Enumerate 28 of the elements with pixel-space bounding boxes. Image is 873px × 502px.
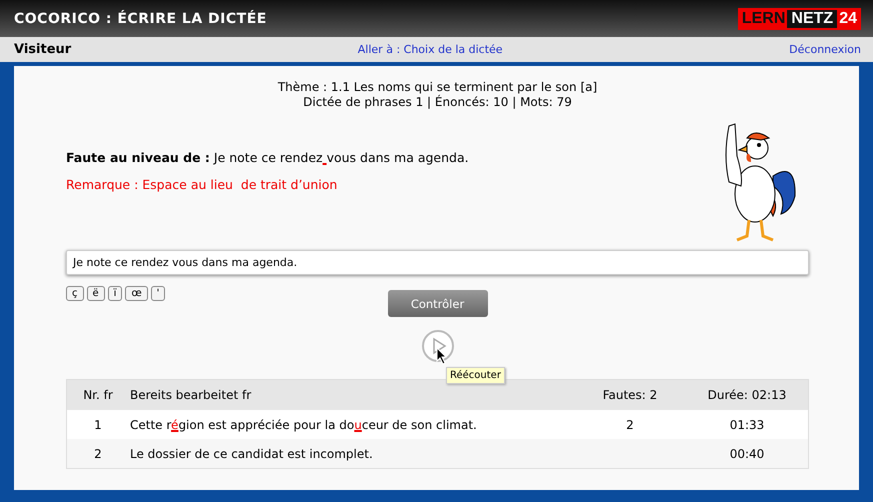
column-header: Fautes: 2 — [574, 380, 686, 410]
column-header: Durée: 02:13 — [686, 380, 808, 410]
fault-text: Faute au niveau de : Je note ce rendez vous dans ma agenda. — [66, 150, 469, 165]
logo: LERN NETZ 24 — [738, 8, 861, 30]
table-cell: 2 — [66, 439, 129, 468]
table-cell: 2 — [626, 418, 634, 432]
user-name: Visiteur — [14, 42, 72, 57]
character-key[interactable]: ' — [150, 286, 166, 301]
check-button[interactable]: Contrôler — [388, 290, 488, 317]
table-cell: 01:33 — [686, 410, 808, 439]
goto-link[interactable]: Aller à : Choix de la dictée — [358, 43, 503, 56]
column-header: Nr. fr — [66, 380, 129, 410]
app-title: COCORICO : ÉCRIRE LA DICTÉE — [14, 10, 267, 26]
table-cell: Cette région est appréciée pour la douceur de son climat. — [129, 410, 574, 439]
mouse-pointer-icon — [436, 347, 448, 365]
character-key[interactable]: ç — [66, 286, 84, 301]
logout-link[interactable]: Déconnexion — [789, 43, 861, 56]
character-key[interactable]: œ — [125, 286, 148, 301]
table-cell: Le dossier de ce candidat est incomplet. — [129, 439, 574, 468]
character-key[interactable]: ï — [108, 286, 122, 301]
table-cell: 00:40 — [686, 439, 808, 468]
remark-text: Remarque : Espace au lieu de trait d’union — [66, 177, 338, 192]
dictation-info: Thème : 1.1 Les noms qui se terminent par le son [a] — [278, 80, 598, 94]
tooltip: Réécouter — [446, 367, 505, 384]
dictation-info: Dictée de phrases 1 | Énoncés: 10 | Mots: 79 — [303, 95, 572, 110]
answer-field[interactable]: Je note ce rendez vous dans ma agenda. — [66, 250, 809, 275]
character-key[interactable]: ë — [86, 286, 105, 301]
table-cell: 1 — [66, 410, 129, 439]
